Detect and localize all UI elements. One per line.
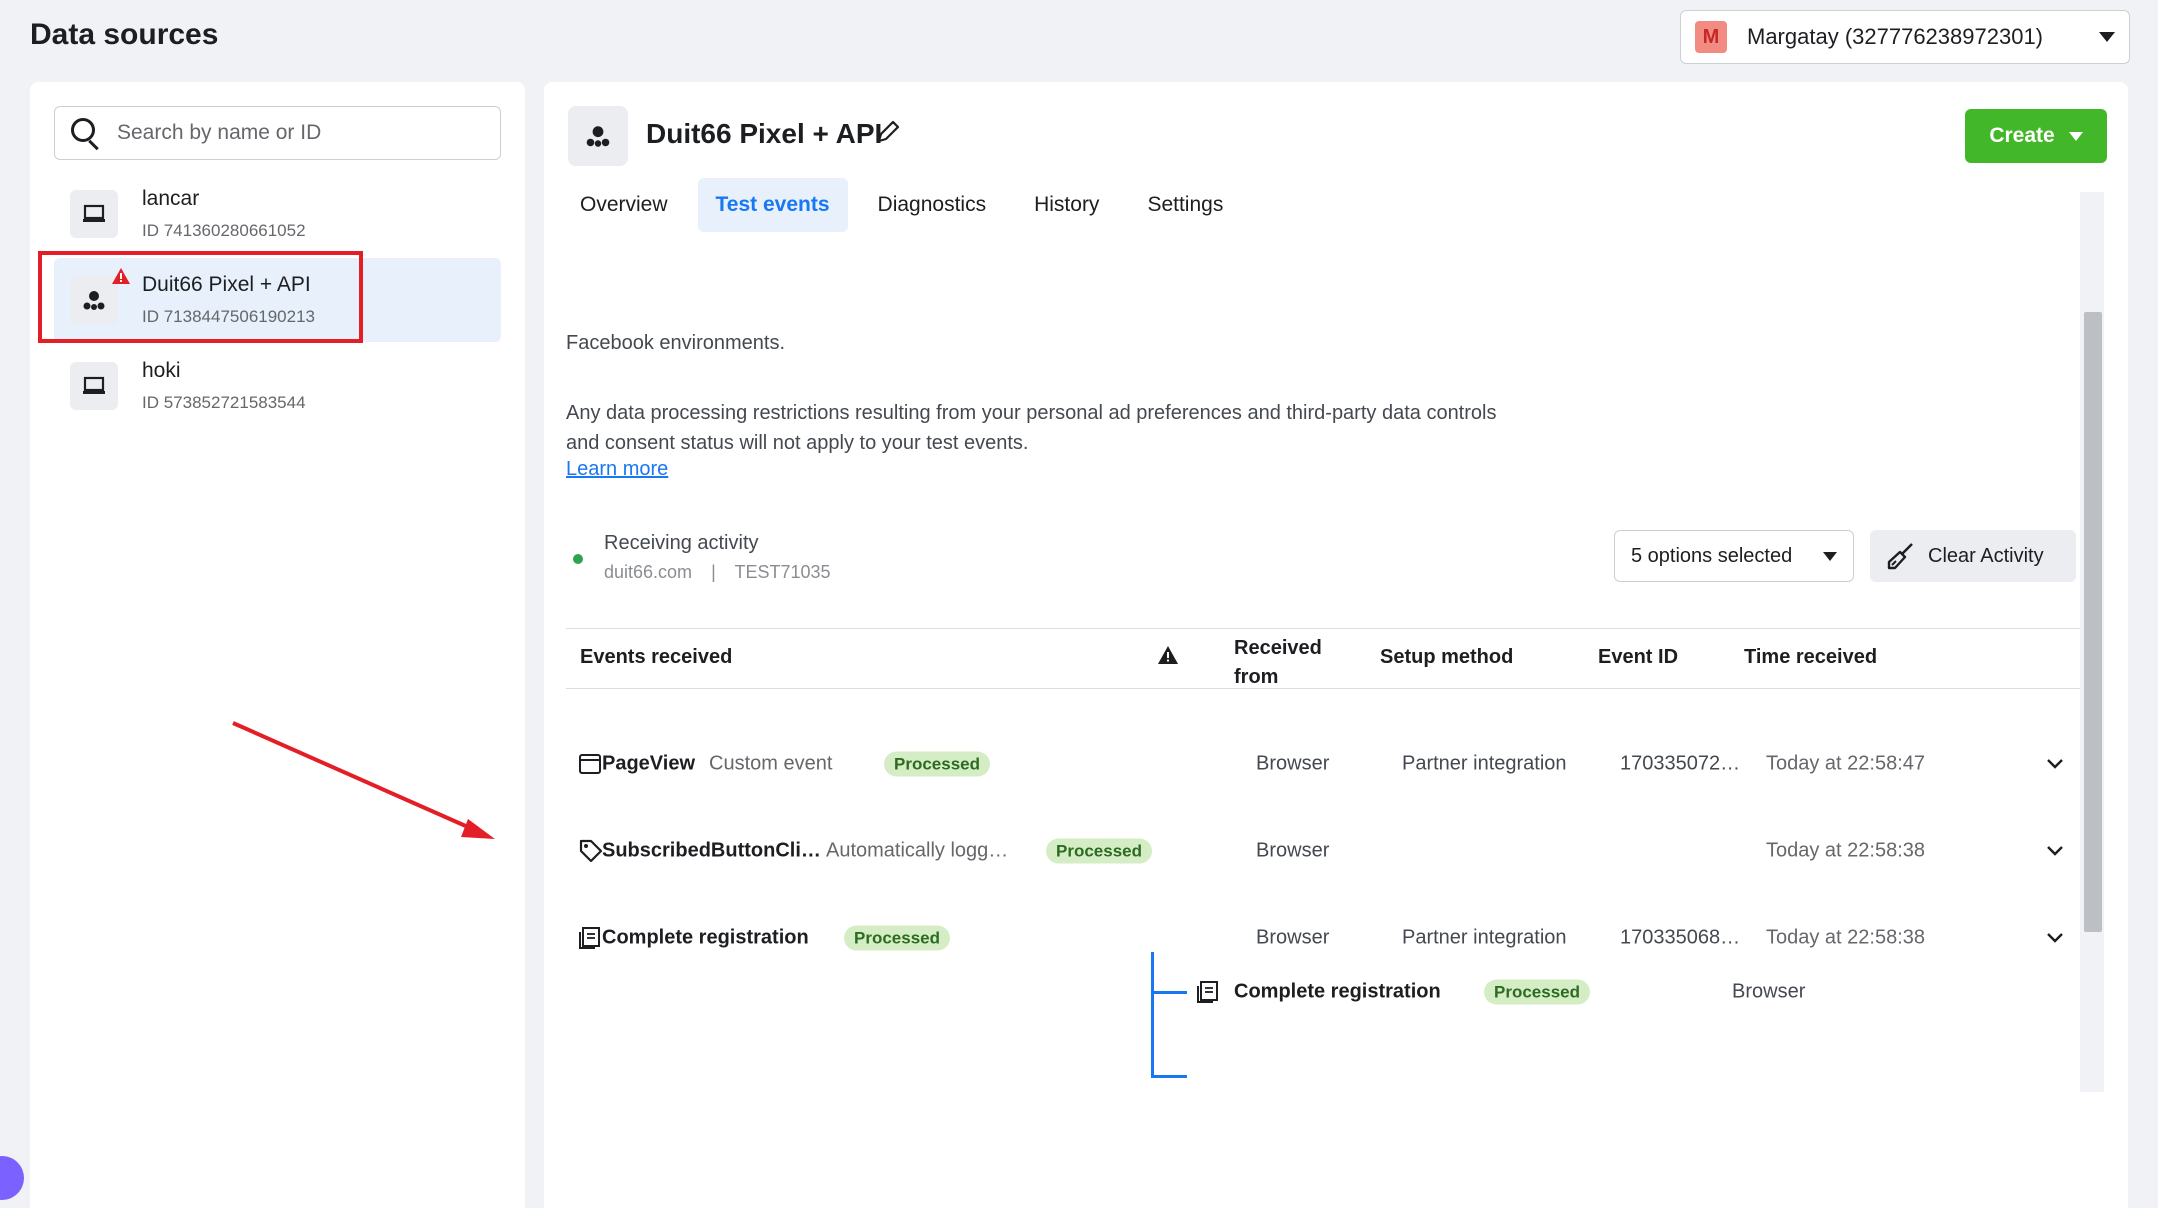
- learn-more-link[interactable]: Learn more: [566, 458, 668, 481]
- pixel-icon: [568, 106, 628, 166]
- scrollbar-thumb[interactable]: [2084, 312, 2102, 932]
- data-sources-sidebar: lancar ID 741360280661052 Duit66 Pixel +…: [30, 82, 525, 1208]
- status-domain: duit66.com: [604, 562, 693, 582]
- tab-diagnostics[interactable]: Diagnostics: [860, 178, 1005, 232]
- test-events-content: Facebook environments. Any data processi…: [544, 242, 2128, 1208]
- account-selector[interactable]: M Margatay (327776238972301): [1680, 10, 2130, 64]
- registration-icon: [1197, 981, 1218, 1003]
- event-type: Automatically logg…: [826, 839, 1009, 862]
- status-badge: Processed: [884, 751, 990, 777]
- page-title: Data sources: [30, 18, 219, 51]
- search-box[interactable]: [54, 106, 501, 160]
- vertical-scrollbar[interactable]: [2080, 192, 2104, 1092]
- event-id: 170335072…: [1620, 752, 1741, 775]
- chevron-down-icon[interactable]: [2046, 845, 2064, 857]
- status-separator: |: [711, 562, 716, 582]
- clear-activity-button[interactable]: Clear Activity: [1870, 530, 2076, 582]
- intro-text-cut: Facebook environments.: [566, 332, 786, 354]
- received-from: Browser: [1256, 926, 1330, 949]
- chat-bubble[interactable]: [0, 1156, 24, 1200]
- event-id: 170335068…: [1620, 926, 1741, 949]
- create-label: Create: [1989, 124, 2055, 147]
- source-item-duit66[interactable]: Duit66 Pixel + API ID 7138447506190213: [54, 258, 501, 342]
- warning-icon: [112, 268, 130, 284]
- event-name: Complete registration: [602, 926, 809, 949]
- event-filter-select[interactable]: 5 options selected: [1614, 530, 1854, 582]
- search-icon: [69, 116, 103, 151]
- restriction-paragraph: Any data processing restrictions resulti…: [566, 402, 1497, 454]
- warning-icon: [1158, 646, 1178, 664]
- header-received-from: Received from: [1234, 634, 1322, 692]
- data-source-detail: Duit66 Pixel + API Create Overview Test …: [544, 82, 2128, 1208]
- source-item-hoki[interactable]: hoki ID 573852721583544: [54, 344, 501, 428]
- chevron-down-icon[interactable]: [2046, 758, 2064, 770]
- annotation-arrow: [232, 721, 495, 839]
- table-divider: [566, 688, 2084, 689]
- event-row-child[interactable]: Complete registration Processed Browser: [566, 962, 2084, 1022]
- event-row[interactable]: PageView Custom event Processed Browser …: [566, 734, 2084, 794]
- event-name: PageView: [602, 752, 696, 775]
- registration-icon: [579, 927, 600, 949]
- event-name: SubscribedButtonCli…: [602, 839, 821, 862]
- header-received-line1: Received: [1234, 637, 1322, 659]
- event-row[interactable]: Complete registration Processed Browser …: [566, 908, 2084, 968]
- table-divider: [566, 628, 2084, 629]
- tab-overview[interactable]: Overview: [562, 178, 686, 232]
- status-subtitle: duit66.com | TEST71035: [604, 562, 831, 583]
- chevron-down-icon: [1823, 551, 1837, 561]
- filter-label: 5 options selected: [1631, 544, 1793, 567]
- laptop-icon: [70, 362, 118, 410]
- laptop-icon: [70, 190, 118, 238]
- status-badge: Processed: [844, 925, 950, 951]
- time-received: Today at 22:58:38: [1766, 839, 1926, 862]
- status-title: Receiving activity: [604, 532, 759, 554]
- pixel-icon: [70, 268, 130, 324]
- source-name: lancar: [142, 187, 200, 210]
- browser-window-icon: [579, 754, 601, 774]
- event-name: Complete registration: [1234, 980, 1441, 1003]
- data-source-title: Duit66 Pixel + API: [646, 118, 883, 149]
- tab-history[interactable]: History: [1016, 178, 1117, 232]
- source-name: Duit66 Pixel + API: [142, 273, 311, 296]
- received-from: Browser: [1256, 839, 1330, 862]
- setup-method: Partner integration: [1402, 752, 1567, 775]
- account-avatar: M: [1695, 21, 1727, 53]
- received-from: Browser: [1256, 752, 1330, 775]
- header-time-received: Time received: [1744, 646, 1878, 668]
- header-events-received: Events received: [580, 646, 733, 668]
- time-received: Today at 22:58:47: [1766, 752, 1926, 775]
- search-input[interactable]: [117, 121, 486, 145]
- source-name: hoki: [142, 359, 181, 382]
- header-event-id: Event ID: [1598, 646, 1679, 668]
- tag-icon: [579, 839, 603, 863]
- event-type: Custom event: [709, 752, 833, 775]
- source-id: ID 573852721583544: [142, 393, 306, 412]
- source-id: ID 7138447506190213: [142, 307, 315, 326]
- received-from: Browser: [1732, 980, 1806, 1003]
- chevron-down-icon[interactable]: [2046, 932, 2064, 944]
- event-row[interactable]: SubscribedButtonCli… Automatically logg……: [566, 821, 2084, 881]
- broom-icon: [1887, 543, 1913, 570]
- account-name: Margatay (327776238972301): [1747, 24, 2044, 49]
- status-badge: Processed: [1046, 838, 1152, 864]
- status-badge: Processed: [1484, 979, 1590, 1005]
- source-id: ID 741360280661052: [142, 221, 306, 240]
- status-code: TEST71035: [734, 562, 831, 582]
- setup-method: Partner integration: [1402, 926, 1567, 949]
- source-item-lancar[interactable]: lancar ID 741360280661052: [54, 172, 501, 256]
- tab-bar: Overview Test events Diagnostics History…: [562, 178, 1253, 232]
- chevron-down-icon: [2099, 32, 2115, 42]
- chevron-down-icon: [2068, 131, 2083, 141]
- create-button[interactable]: Create: [1965, 109, 2107, 163]
- pencil-icon[interactable]: [874, 118, 902, 146]
- tab-settings[interactable]: Settings: [1129, 178, 1241, 232]
- header-setup-method: Setup method: [1380, 646, 1514, 668]
- tab-test-events[interactable]: Test events: [697, 178, 848, 232]
- tree-connector: [1151, 1075, 1187, 1078]
- clear-activity-label: Clear Activity: [1928, 544, 2044, 567]
- status-dot-icon: [573, 554, 583, 564]
- time-received: Today at 22:58:38: [1766, 926, 1926, 949]
